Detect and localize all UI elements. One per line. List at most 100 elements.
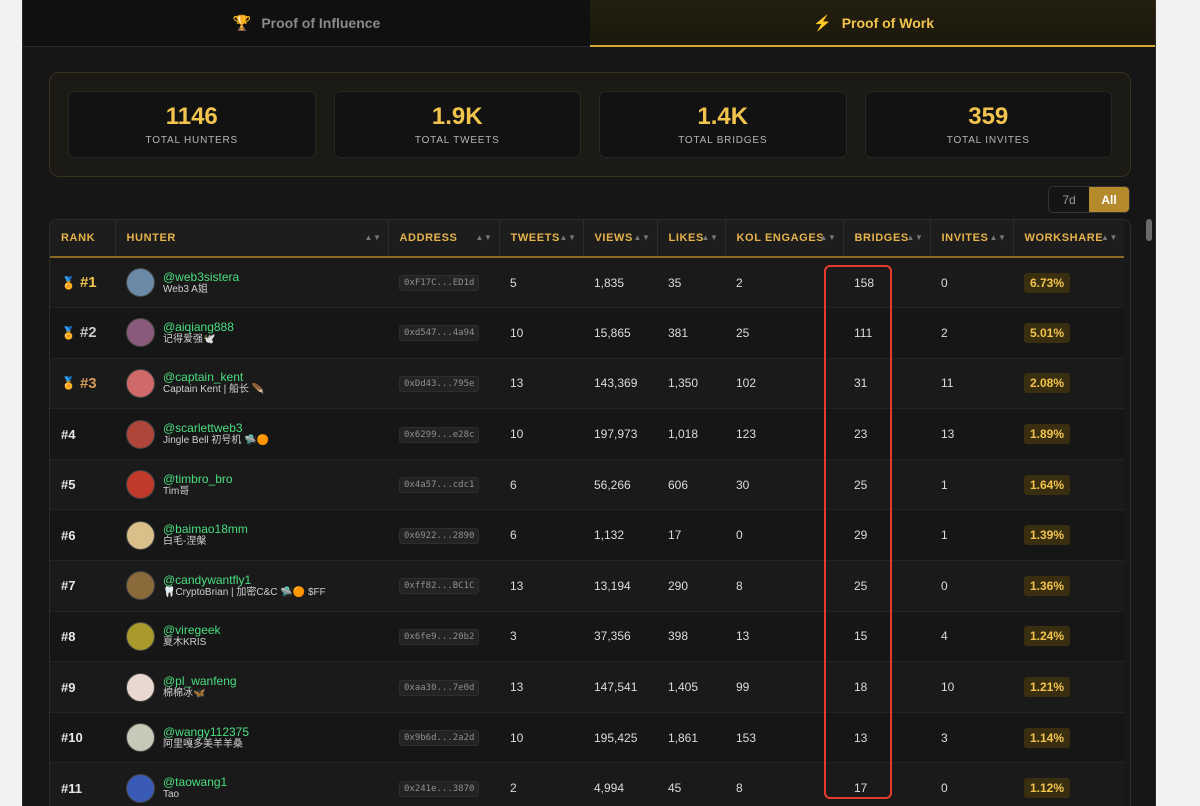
workshare-badge: 5.01% xyxy=(1024,322,1071,343)
views-cell: 15,865 xyxy=(594,325,631,340)
hunter-handle[interactable]: @scarlettweb3 xyxy=(163,421,269,435)
views-cell: 56,266 xyxy=(594,477,631,492)
address-chip[interactable]: 0xd547...4a94 xyxy=(399,325,480,342)
avatar[interactable] xyxy=(126,520,155,550)
scrollbar-thumb[interactable] xyxy=(1146,219,1152,241)
address-chip[interactable]: 0xDd43...795e xyxy=(399,375,480,392)
leaderboard-panel: 🏆 Proof of Influence ⚡ Proof of Work 114… xyxy=(22,0,1156,806)
views-cell: 147,541 xyxy=(594,680,638,695)
hunter-handle[interactable]: @timbro_bro xyxy=(163,472,233,486)
tab-proof-of-influence[interactable]: 🏆 Proof of Influence xyxy=(23,0,590,47)
address-chip[interactable]: 0x6299...e28c xyxy=(399,426,480,443)
address-chip[interactable]: 0xaa30...7e0d xyxy=(399,679,480,696)
time-range-toggle: 7d All xyxy=(1048,186,1130,213)
range-option-all[interactable]: All xyxy=(1089,187,1129,212)
column-header[interactable]: INVITES ▲▼ xyxy=(930,220,1014,258)
hunter-cell[interactable]: @viregeek 夏木KRIS xyxy=(126,621,388,651)
table-row[interactable]: #11 @taowang1 Tao 0x241e...3870 2 4,994 45 8 17 0… xyxy=(50,762,1124,806)
tweets-cell: 10 xyxy=(510,730,524,745)
hunter-cell[interactable]: @pl_wanfeng 棉棉冰🦋 xyxy=(126,672,388,702)
table-row[interactable]: #9 @pl_wanfeng 棉棉冰🦋 0xaa30...7e0d 13 147,541 1… xyxy=(50,661,1124,713)
column-header[interactable]: TWEETS ▲▼ xyxy=(499,220,584,258)
kol-engages-cell: 99 xyxy=(736,680,750,695)
bridges-cell: 15 xyxy=(854,629,868,644)
hunter-handle[interactable]: @candywantfly1 xyxy=(163,573,326,587)
column-header[interactable]: RANK xyxy=(50,220,116,258)
avatar[interactable] xyxy=(126,672,155,702)
kol-engages-cell: 13 xyxy=(736,629,750,644)
hunter-handle[interactable]: @pl_wanfeng xyxy=(163,674,237,688)
bridges-cell: 13 xyxy=(854,730,868,745)
column-header[interactable]: BRIDGES ▲▼ xyxy=(843,220,931,258)
kol-engages-cell: 8 xyxy=(736,781,743,796)
tab-proof-of-work[interactable]: ⚡ Proof of Work xyxy=(590,0,1155,47)
table-row[interactable]: 🏅 #1 @web3sistera Web3 A姐 0xF17C...ED1d 5 1,83… xyxy=(50,257,1124,308)
avatar[interactable] xyxy=(126,368,155,398)
tab-label: Proof of Work xyxy=(841,14,934,31)
avatar[interactable] xyxy=(126,723,155,753)
hunter-cell[interactable]: @baimao18mm 白毛-涅槃 xyxy=(126,520,388,550)
sort-icon: ▲▼ xyxy=(475,233,493,242)
table-row[interactable]: #8 @viregeek 夏木KRIS 0x6fe9...20b2 3 37,356 398… xyxy=(50,611,1124,662)
table-row[interactable]: #7 @candywantfly1 🦷CryptoBrian | 加密C&C 🛸🟠 … xyxy=(50,560,1124,612)
table-row[interactable]: #6 @baimao18mm 白毛-涅槃 0x6922...2890 6 1,132 17 0… xyxy=(50,509,1124,561)
views-cell: 1,132 xyxy=(594,528,625,543)
hunter-handle[interactable]: @viregeek xyxy=(163,623,221,637)
table-row[interactable]: 🏅 #2 @aiqiang888 记得爱强🕊️ 0xd547...4a94 10 15,86… xyxy=(50,307,1124,359)
hunter-cell[interactable]: @aiqiang888 记得爱强🕊️ xyxy=(126,318,388,348)
avatar[interactable] xyxy=(126,419,155,449)
column-header[interactable]: HUNTER ▲▼ xyxy=(115,220,389,258)
tweets-cell: 13 xyxy=(510,578,524,593)
sort-icon: ▲▼ xyxy=(701,233,719,242)
hunter-cell[interactable]: @wangy112375 阿里嘎多美羊羊桑 xyxy=(126,723,388,753)
hunter-handle[interactable]: @baimao18mm xyxy=(163,522,248,536)
table-row[interactable]: 🏅 #3 @captain_kent Captain Kent | 船长 🪶 0xDd4… xyxy=(50,358,1124,409)
hunter-cell[interactable]: @web3sistera Web3 A姐 xyxy=(126,268,388,298)
workshare-badge: 1.24% xyxy=(1024,626,1071,647)
avatar[interactable] xyxy=(126,268,155,298)
range-option-7d[interactable]: 7d xyxy=(1049,187,1089,212)
table-row[interactable]: #5 @timbro_bro Tim哥 0x4a57...cdc1 6 56,266 606… xyxy=(50,459,1124,510)
sort-icon: ▲▼ xyxy=(364,233,382,242)
table-header: RANK HUNTER ▲▼ ADDRESS ▲▼ TWEETS ▲▼ VIEWS ▲▼… xyxy=(50,220,1124,258)
invites-cell: 0 xyxy=(941,275,948,290)
column-header[interactable]: VIEWS ▲▼ xyxy=(583,220,658,258)
hunter-display-name: Web3 A姐 xyxy=(163,283,208,295)
address-chip[interactable]: 0x4a57...cdc1 xyxy=(399,477,480,494)
address-chip[interactable]: 0x241e...3870 xyxy=(399,780,480,797)
column-header[interactable]: ADDRESS ▲▼ xyxy=(388,220,500,258)
tweets-cell: 2 xyxy=(510,781,517,796)
address-chip[interactable]: 0xff82...BC1C xyxy=(399,578,480,595)
address-chip[interactable]: 0xF17C...ED1d xyxy=(399,275,480,292)
address-chip[interactable]: 0x9b6d...2a2d xyxy=(399,730,480,747)
avatar[interactable] xyxy=(126,621,155,651)
hunter-handle[interactable]: @taowang1 xyxy=(163,775,227,789)
table-row[interactable]: #10 @wangy112375 阿里嘎多美羊羊桑 0x9b6d...2a2d 10 19… xyxy=(50,712,1124,763)
stat-label: TOTAL TWEETS xyxy=(414,135,500,146)
stat-value: 1146 xyxy=(165,103,218,130)
hunter-handle[interactable]: @web3sistera xyxy=(163,270,239,284)
hunter-handle[interactable]: @captain_kent xyxy=(163,370,264,384)
avatar[interactable] xyxy=(126,470,155,500)
avatar[interactable] xyxy=(126,571,155,601)
tweets-cell: 6 xyxy=(510,477,517,492)
column-header[interactable]: KOL ENGAGES ▲▼ xyxy=(725,220,844,258)
column-header[interactable]: LIKES ▲▼ xyxy=(657,220,726,258)
hunter-cell[interactable]: @taowang1 Tao xyxy=(126,773,388,803)
views-cell: 143,369 xyxy=(594,376,638,391)
trophy-icon: 🏆 xyxy=(232,15,252,32)
kol-engages-cell: 153 xyxy=(736,730,757,745)
column-header[interactable]: WORKSHARE ▲▼ xyxy=(1013,220,1124,258)
invites-cell: 3 xyxy=(941,730,948,745)
hunter-cell[interactable]: @timbro_bro Tim哥 xyxy=(126,470,388,500)
address-chip[interactable]: 0x6922...2890 xyxy=(399,527,480,544)
hunter-handle[interactable]: @aiqiang888 xyxy=(163,320,234,334)
hunter-cell[interactable]: @scarlettweb3 Jingle Bell 初号机 🛸🟠 xyxy=(126,419,388,449)
table-row[interactable]: #4 @scarlettweb3 Jingle Bell 初号机 🛸🟠 0x6299.… xyxy=(50,408,1124,460)
avatar[interactable] xyxy=(126,773,155,803)
hunter-cell[interactable]: @candywantfly1 🦷CryptoBrian | 加密C&C 🛸🟠 $F… xyxy=(126,571,388,601)
hunter-cell[interactable]: @captain_kent Captain Kent | 船长 🪶 xyxy=(126,368,388,398)
address-chip[interactable]: 0x6fe9...20b2 xyxy=(399,628,480,645)
hunter-handle[interactable]: @wangy112375 xyxy=(163,725,249,739)
avatar[interactable] xyxy=(126,318,155,348)
